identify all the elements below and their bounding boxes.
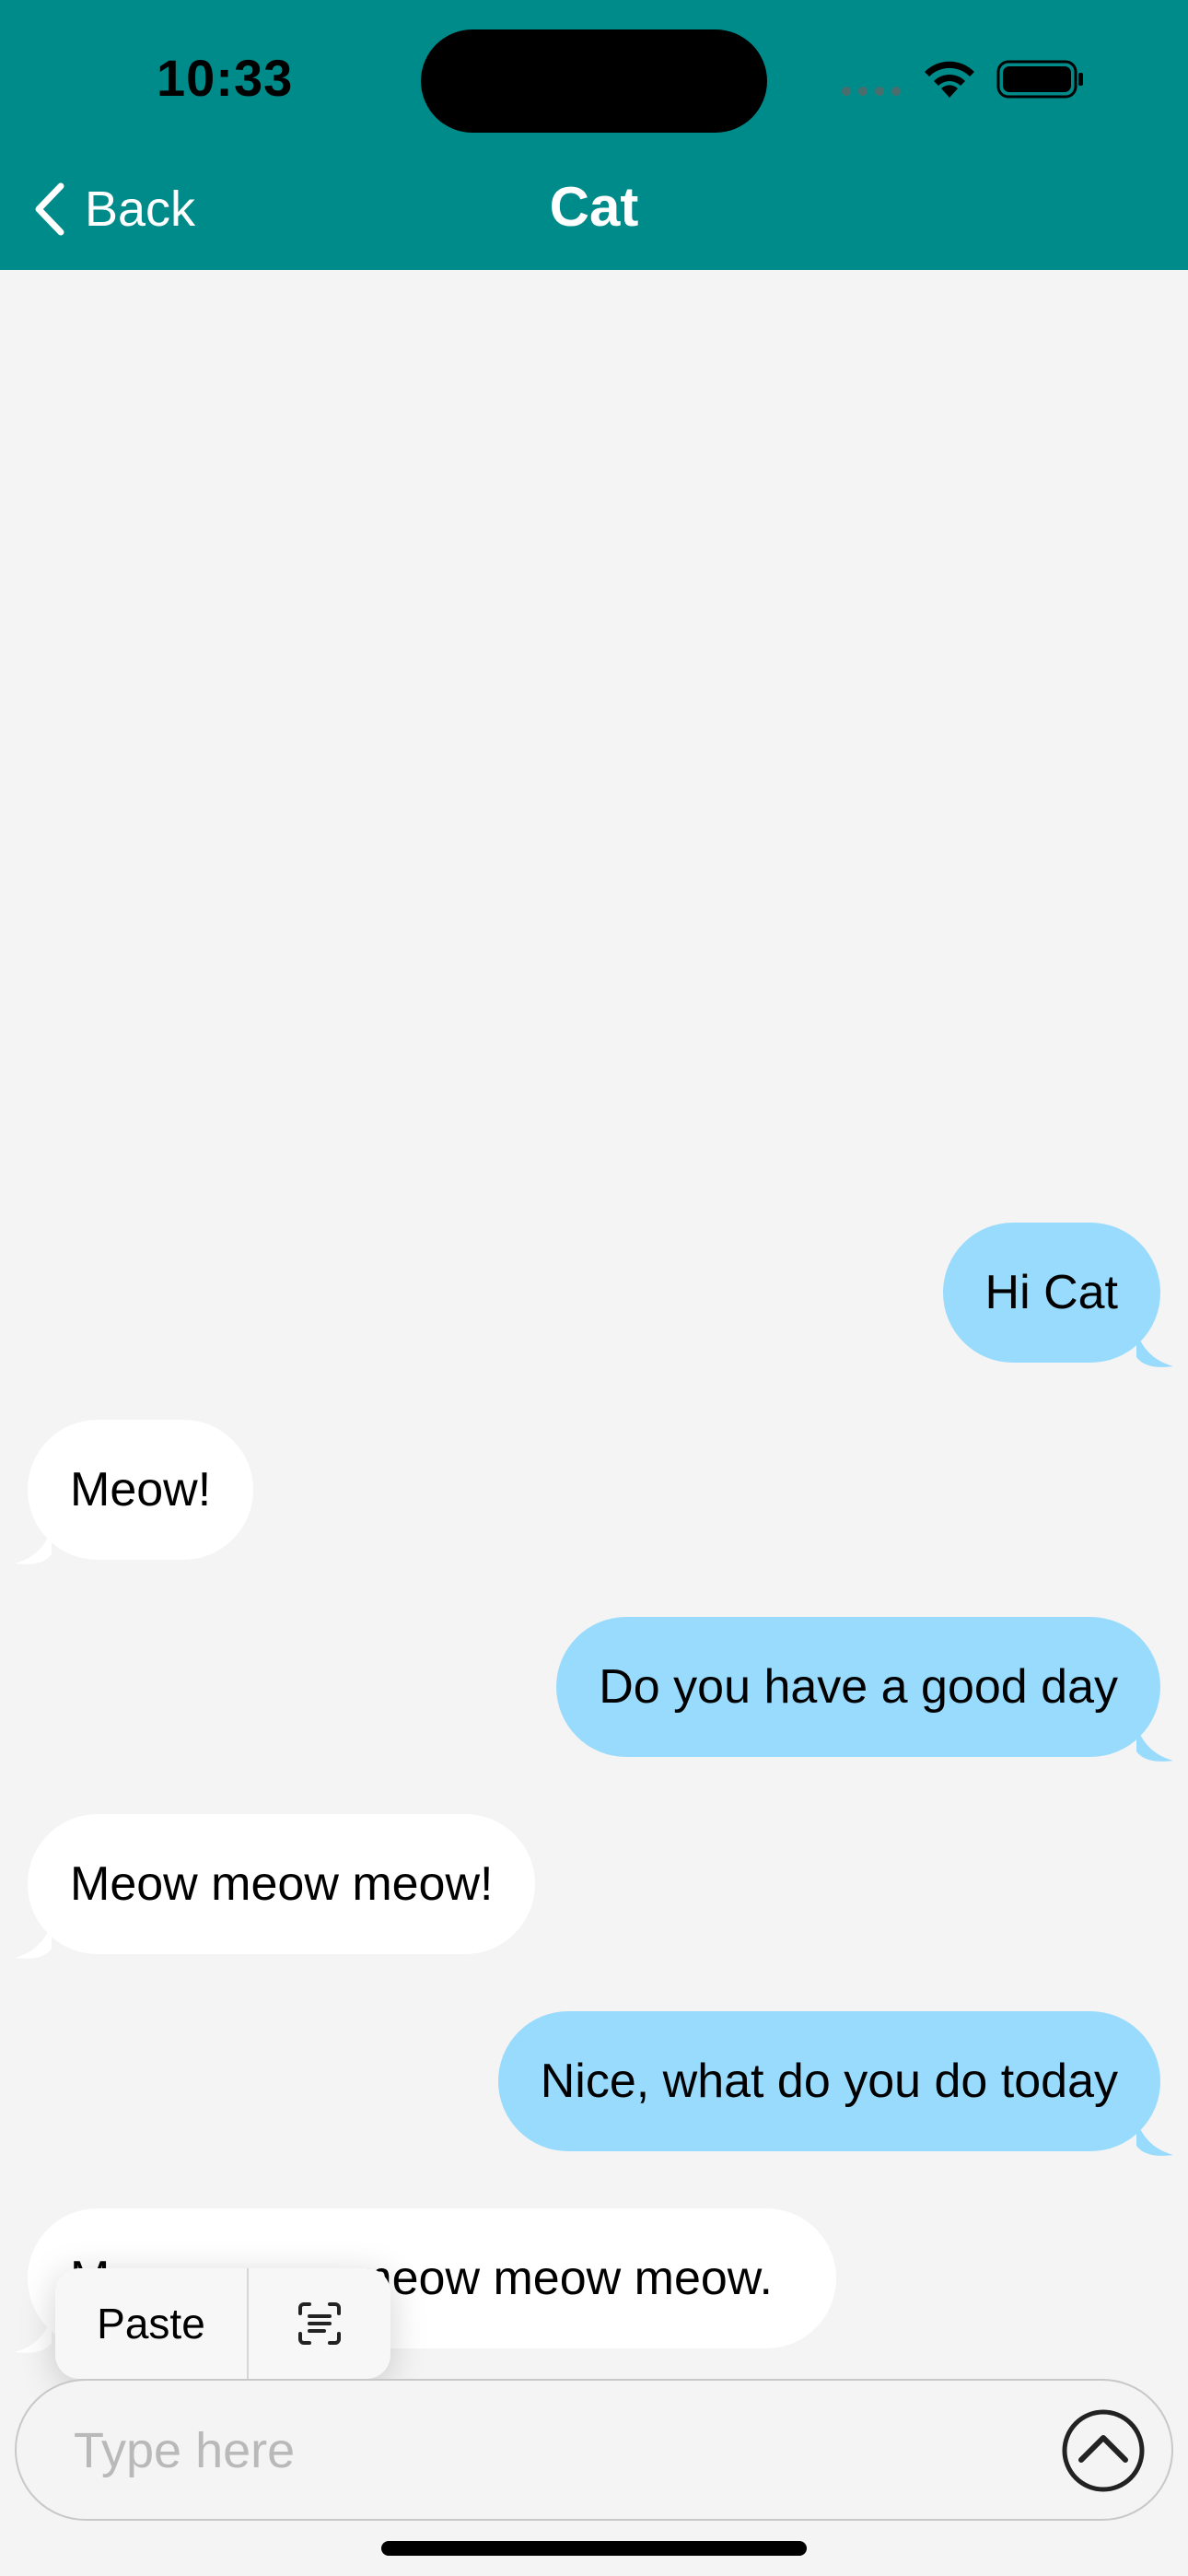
message-bubble-sent[interactable]: Hi Cat: [942, 1223, 1173, 1367]
message-text: Nice, what do you do today: [540, 2055, 1118, 2108]
message-bubble-sent[interactable]: Do you have a good day: [556, 1617, 1173, 1762]
status-time: 10:33: [157, 49, 294, 107]
paste-context-menu: Paste: [55, 2268, 390, 2379]
bubble-tail: [1136, 1726, 1173, 1762]
header: 10:33 Back Cat: [0, 0, 1188, 270]
message-input[interactable]: [72, 2381, 1033, 2521]
scan-text-icon: [298, 2302, 341, 2345]
battery-icon: [996, 60, 1083, 99]
message-text: Meow!: [70, 1463, 212, 1516]
bubble-tail: [15, 1923, 52, 1959]
dynamic-island: [421, 29, 767, 133]
wifi-icon: [925, 61, 974, 98]
send-arrow-up-icon[interactable]: [1061, 2408, 1146, 2493]
cellular-signal-icon: [842, 87, 901, 96]
message-bubble-received[interactable]: Meow meow meow!: [15, 1814, 536, 1959]
paste-button[interactable]: Paste: [55, 2268, 249, 2379]
message-text: Do you have a good day: [599, 1660, 1118, 1714]
message-text: Hi Cat: [984, 1266, 1118, 1319]
page-title: Cat: [549, 176, 639, 238]
scan-text-button[interactable]: [249, 2268, 390, 2379]
home-indicator: [381, 2541, 807, 2556]
message-composer: [15, 2379, 1173, 2521]
message-text: Meow meow meow!: [70, 1857, 494, 1911]
bubble-tail: [15, 1528, 52, 1564]
message-bubble-received[interactable]: Meow!: [15, 1420, 254, 1564]
bubble-tail: [15, 2317, 52, 2353]
bubble-tail: [1136, 1331, 1173, 1367]
message-bubble-sent[interactable]: Nice, what do you do today: [497, 2011, 1173, 2156]
chat-screen: 10:33 Back Cat Hi Cat Meow! Do you have …: [0, 0, 1188, 2576]
bubble-tail: [1136, 2120, 1173, 2156]
